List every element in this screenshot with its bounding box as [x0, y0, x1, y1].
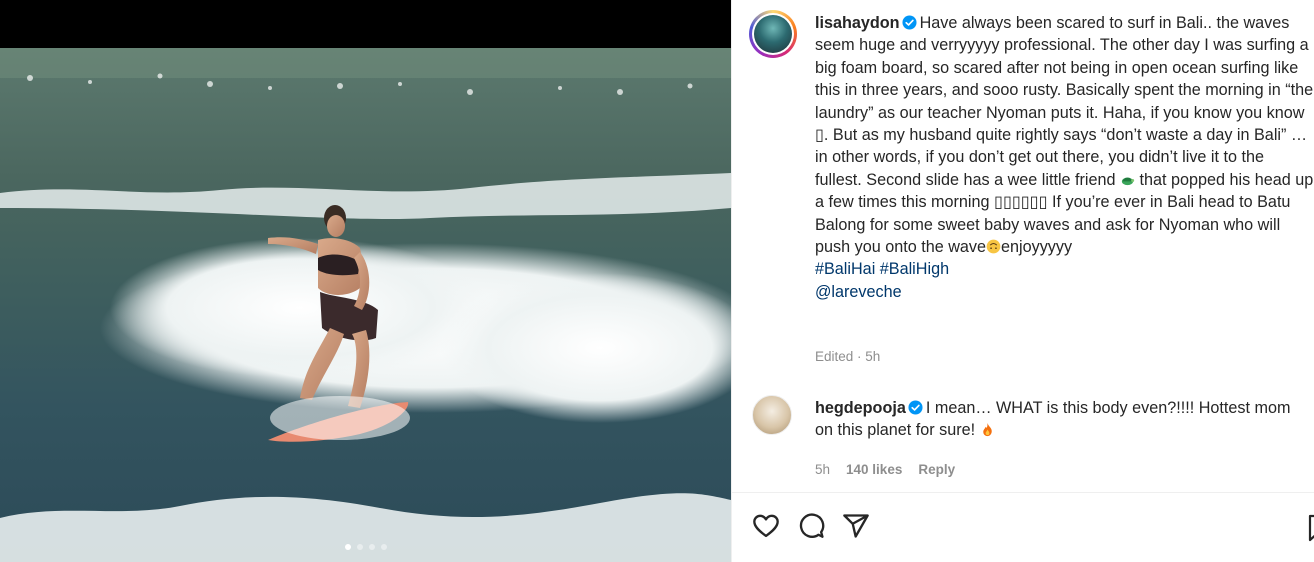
- bookmark-icon: [1308, 514, 1314, 542]
- post-photo: [0, 48, 731, 562]
- missing-glyph: ▯: [815, 126, 824, 145]
- comment-button[interactable]: [795, 510, 827, 542]
- post-details-panel: lisahaydon Have always been scared to sur…: [731, 0, 1314, 562]
- verified-icon: [902, 15, 917, 30]
- commenter-username[interactable]: hegdepooja: [815, 399, 906, 417]
- comment-icon: [799, 513, 825, 538]
- carousel-dot-active: [344, 544, 351, 550]
- save-button[interactable]: [1308, 514, 1314, 542]
- like-button[interactable]: [750, 510, 782, 542]
- reply-button[interactable]: Reply: [918, 462, 955, 477]
- carousel-indicator: [0, 544, 731, 554]
- upside-down-face-emoji: [986, 239, 1001, 254]
- turtle-emoji: [1121, 177, 1135, 185]
- hashtags[interactable]: #BaliHai #BaliHigh: [815, 258, 1314, 280]
- heart-icon: [753, 514, 779, 538]
- mention-link[interactable]: @lareveche: [815, 281, 1314, 303]
- verified-icon: [908, 400, 923, 415]
- author-avatar[interactable]: [749, 10, 797, 58]
- divider: [732, 492, 1314, 493]
- comment-time: 5h: [815, 462, 831, 477]
- share-button[interactable]: [840, 510, 872, 542]
- author-username[interactable]: lisahaydon: [815, 14, 900, 32]
- carousel-dot: [368, 544, 375, 550]
- action-bar: [750, 510, 872, 542]
- comment-body: hegdepooja I mean… WHAT is this body even…: [815, 397, 1310, 442]
- commenter-avatar[interactable]: [752, 395, 792, 435]
- share-icon: [843, 514, 869, 538]
- caption-text: enjoyyyyy: [1001, 238, 1073, 257]
- post-media[interactable]: [0, 0, 731, 562]
- carousel-dot: [380, 544, 387, 550]
- comment-meta: 5h 140 likes Reply: [815, 462, 955, 477]
- media-letterbox: [0, 0, 731, 48]
- comment-likes[interactable]: 140 likes: [846, 462, 902, 477]
- fire-emoji: [982, 423, 992, 437]
- post-caption: lisahaydon Have always been scared to sur…: [815, 12, 1314, 303]
- edited-timestamp: Edited · 5h: [815, 349, 881, 364]
- carousel-dot: [356, 544, 363, 550]
- missing-glyphs: ▯▯▯▯▯▯: [994, 193, 1048, 212]
